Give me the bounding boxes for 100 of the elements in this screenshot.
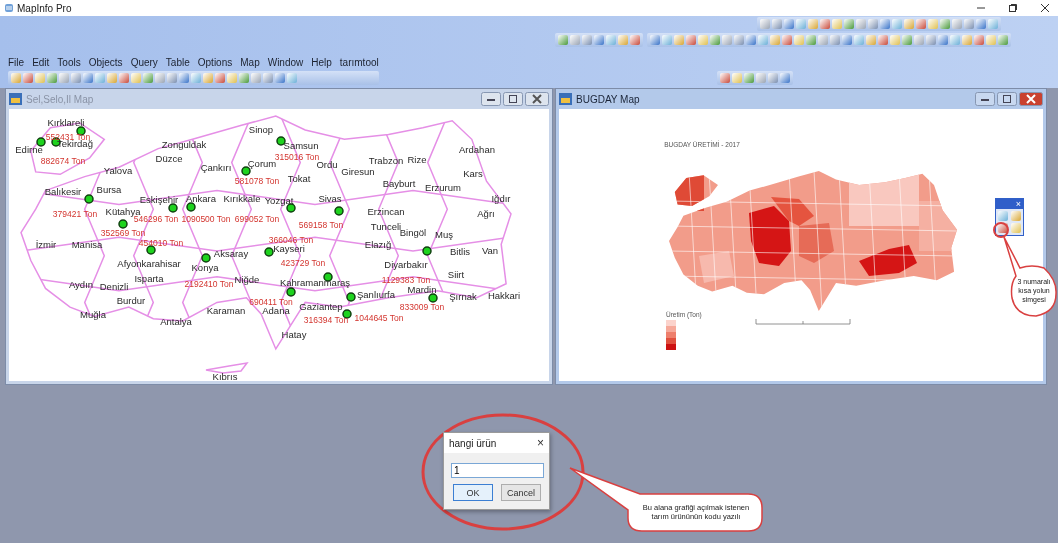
province-label: Ordu	[316, 159, 338, 170]
production-label: 2192410 Ton	[184, 279, 234, 289]
province-label: Isparta	[134, 273, 164, 284]
point-marker	[76, 126, 86, 136]
close-icon[interactable]	[1040, 3, 1050, 13]
menu-item[interactable]: Table	[165, 57, 190, 68]
production-label: 699052 Ton	[234, 214, 280, 224]
province-label: Siirt	[447, 269, 465, 280]
legend-swatches-drawing	[666, 320, 676, 350]
point-marker	[84, 194, 94, 204]
toolbar-icon[interactable]	[1010, 211, 1021, 221]
toolbar-icon[interactable]	[1010, 223, 1021, 233]
menu-item[interactable]: Edit	[32, 57, 50, 68]
maximize-icon[interactable]	[503, 92, 523, 106]
province-label: Tokat	[287, 173, 311, 184]
province-label: Muş	[435, 229, 453, 240]
production-label: 366046 Ton	[268, 235, 314, 245]
province-label: Mardin	[407, 284, 437, 295]
province-label: Çankırı	[200, 162, 232, 173]
point-marker	[118, 219, 128, 229]
menu-item[interactable]: File	[8, 57, 25, 68]
province-label: Karaman	[206, 305, 246, 316]
toolbar-icon[interactable]	[743, 73, 754, 83]
scale-bar-icon	[755, 318, 851, 325]
province-label: Hatay	[281, 329, 307, 340]
point-marker	[201, 253, 211, 263]
minimize-icon[interactable]	[975, 92, 995, 106]
province-label: Iğdır	[491, 193, 511, 204]
province-label: Erzurum	[425, 182, 461, 193]
menu-item[interactable]: Window	[267, 57, 304, 68]
production-label: 423729 Ton	[280, 258, 326, 268]
province-label: Zonguldak	[161, 139, 207, 150]
province-label: Afyonkarahisar	[117, 258, 181, 269]
menu-item[interactable]: Options	[197, 57, 233, 68]
production-label: 1044645 Ton	[354, 313, 404, 323]
map-window-icon	[559, 93, 572, 105]
province-label: Erzincan	[367, 206, 405, 217]
dialog-title: hangi ürün	[449, 437, 497, 449]
province-label: Samsun	[283, 140, 319, 151]
province-label: Edirne	[15, 144, 43, 155]
maximize-icon[interactable]	[997, 92, 1017, 106]
menu-item[interactable]: Tools	[57, 57, 81, 68]
point-marker	[286, 287, 296, 297]
production-label: 690411 Ton	[249, 297, 293, 307]
point-marker	[36, 137, 46, 147]
province-label: Aksaray	[213, 248, 249, 259]
province-label: Ağrı	[477, 208, 495, 219]
toolbar-icon[interactable]	[767, 73, 778, 83]
menu-item[interactable]: Query	[130, 57, 158, 68]
restore-icon[interactable]	[1008, 3, 1018, 13]
province-label: Bitlis	[449, 246, 471, 257]
menu-item[interactable]: Map	[240, 57, 260, 68]
province-label: Sinop	[248, 124, 274, 135]
province-label: Kıbrıs	[212, 371, 238, 381]
menu-item[interactable]: Help	[311, 57, 332, 68]
app-title: MapInfo Pro	[17, 2, 72, 14]
province-label: Düzce	[155, 153, 183, 164]
highlight-circle	[993, 222, 1009, 238]
point-marker	[168, 203, 178, 213]
close-icon[interactable]	[525, 92, 549, 106]
province-label: Şanlıurfa	[357, 289, 395, 300]
province-label: Kayseri	[273, 243, 305, 254]
production-label: 569158 Ton	[298, 220, 344, 230]
province-label: Yalova	[103, 165, 133, 176]
window-title: Sel,Selo,Il Map	[26, 93, 94, 105]
province-label: Sivas	[318, 193, 342, 204]
production-label: 833009 Ton	[399, 302, 445, 312]
minimize-icon[interactable]	[481, 92, 501, 106]
province-label: Ardahan	[459, 144, 495, 155]
province-label: Manisa	[71, 239, 103, 250]
point-marker	[186, 202, 196, 212]
province-label: Giresun	[341, 166, 375, 177]
dialog-button[interactable]: OK	[453, 484, 493, 501]
province-label: Balıkesir	[44, 186, 82, 197]
province-label: Kars	[463, 168, 483, 179]
province-label: Elazığ	[364, 239, 392, 250]
menu-item[interactable]: tarımtool	[339, 57, 379, 68]
province-label: Aydın	[68, 279, 94, 290]
menu-item[interactable]: Objects	[88, 57, 123, 68]
province-label: Kahramanmaraş	[279, 277, 351, 288]
province-label: Adana	[262, 305, 290, 316]
province-label: Şırnak	[449, 291, 477, 302]
dialog-close-button[interactable]: ×	[537, 437, 544, 449]
province-label: Muğla	[80, 309, 106, 320]
toolbar-icon[interactable]	[719, 73, 730, 83]
province-label: İzmir	[35, 239, 57, 250]
toolbar-icon[interactable]	[779, 73, 790, 83]
province-label: Bayburt	[382, 178, 416, 189]
dialog-button[interactable]: Cancel	[501, 484, 541, 501]
province-label: Antalya	[160, 316, 192, 327]
point-marker	[428, 293, 438, 303]
province-label: Trabzon	[368, 155, 404, 166]
production-label: 882674 Ton	[40, 156, 86, 166]
window-title: BUGDAY Map	[576, 93, 640, 105]
toolbar-icon[interactable]	[755, 73, 766, 83]
production-label: 581078 Ton	[234, 176, 280, 186]
toolbar-icon[interactable]	[731, 73, 742, 83]
province-label: Hakkari	[487, 290, 521, 301]
input-field[interactable]: 1	[451, 463, 544, 478]
point-marker	[422, 246, 432, 256]
